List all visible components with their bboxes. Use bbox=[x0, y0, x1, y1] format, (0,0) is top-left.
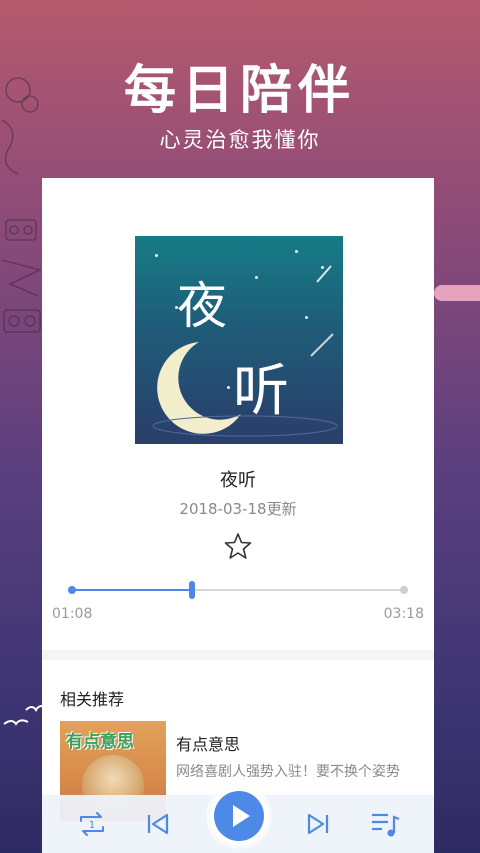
recommend-section-title: 相关推荐 bbox=[60, 690, 125, 709]
progress-fill bbox=[72, 589, 192, 591]
update-date: 2018-03-18更新 bbox=[179, 500, 297, 518]
star-outline-icon[interactable] bbox=[224, 532, 252, 560]
loop-badge: 1 bbox=[89, 820, 95, 831]
track-title: 夜听 bbox=[220, 470, 256, 491]
loop-one-icon[interactable]: 1 bbox=[75, 807, 109, 841]
player-card: 夜 听 夜听 2018-03-18更新 01:08 03:18 相关推荐 有点意… bbox=[42, 178, 434, 853]
cover-title-char-2: 听 bbox=[233, 359, 289, 424]
progress-slider[interactable] bbox=[68, 580, 408, 600]
birds-decoration bbox=[3, 705, 42, 726]
page-title: 每日陪伴 bbox=[123, 61, 356, 121]
play-icon bbox=[233, 805, 250, 827]
page-subtitle: 心灵治愈我懂你 bbox=[159, 128, 321, 152]
skip-next-icon[interactable] bbox=[302, 807, 336, 841]
progress-thumb[interactable] bbox=[188, 581, 195, 599]
cover-title-char-1: 夜 bbox=[177, 277, 227, 335]
player-control-bar: 1 bbox=[42, 787, 434, 853]
progress-start-dot bbox=[68, 586, 76, 594]
thumbnail-title: 有点意思 bbox=[66, 732, 134, 752]
playlist-music-icon[interactable] bbox=[368, 807, 402, 841]
section-divider bbox=[42, 650, 434, 660]
play-button[interactable] bbox=[210, 787, 268, 845]
current-time: 01:08 bbox=[52, 606, 93, 622]
total-time: 03:18 bbox=[383, 606, 424, 622]
recommend-item-name: 有点意思 bbox=[176, 735, 241, 754]
progress-end-dot bbox=[400, 586, 408, 594]
recommend-item-description: 网络喜剧人强势入驻！要不换个姿势 bbox=[176, 764, 400, 780]
cloud-decoration bbox=[434, 285, 480, 301]
skip-previous-icon[interactable] bbox=[140, 807, 174, 841]
album-cover: 夜 听 bbox=[135, 236, 343, 444]
